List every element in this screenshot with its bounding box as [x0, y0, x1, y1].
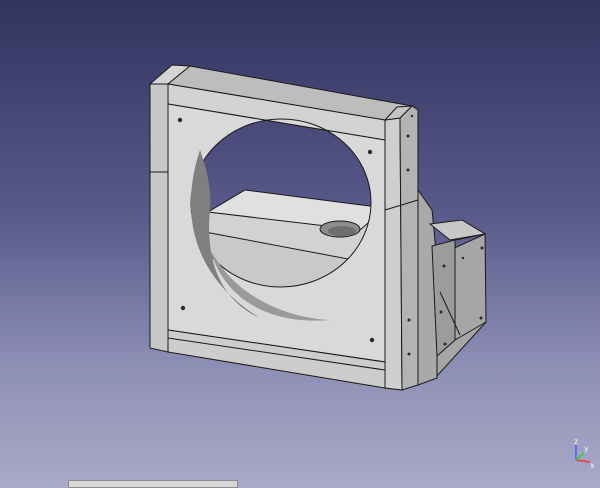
front-hole-tr — [367, 149, 373, 155]
block-hole-1 — [442, 264, 446, 268]
x-axis-label: x — [590, 461, 595, 470]
axis-triad[interactable]: z x y — [562, 436, 596, 470]
bracket-model[interactable] — [0, 0, 600, 488]
block-hole-4 — [479, 316, 483, 320]
right-post-front — [384, 117, 403, 391]
block-hole-6 — [461, 256, 465, 260]
side-hole-5 — [410, 114, 414, 118]
front-hole-br — [369, 337, 375, 343]
y-axis-label: y — [584, 444, 589, 453]
x-axis-line — [575, 459, 591, 463]
block-hole-3 — [439, 310, 443, 314]
right-block-top — [428, 219, 487, 241]
front-hole-bl — [180, 305, 186, 311]
side-hole-1 — [406, 134, 410, 138]
block-hole-2 — [480, 246, 484, 250]
left-post-front — [149, 83, 169, 353]
side-hole-4 — [407, 352, 411, 356]
block-hole-5 — [443, 342, 447, 346]
side-hole-3 — [407, 318, 411, 322]
y-axis-line — [575, 452, 585, 461]
front-hole-tl — [177, 117, 183, 123]
view-status-strip — [68, 480, 238, 488]
z-axis-label: z — [574, 437, 578, 446]
3d-viewport[interactable]: z x y — [0, 0, 600, 488]
side-hole-2 — [406, 168, 410, 172]
right-post-side — [399, 105, 419, 391]
base-hole-inner — [328, 226, 356, 236]
